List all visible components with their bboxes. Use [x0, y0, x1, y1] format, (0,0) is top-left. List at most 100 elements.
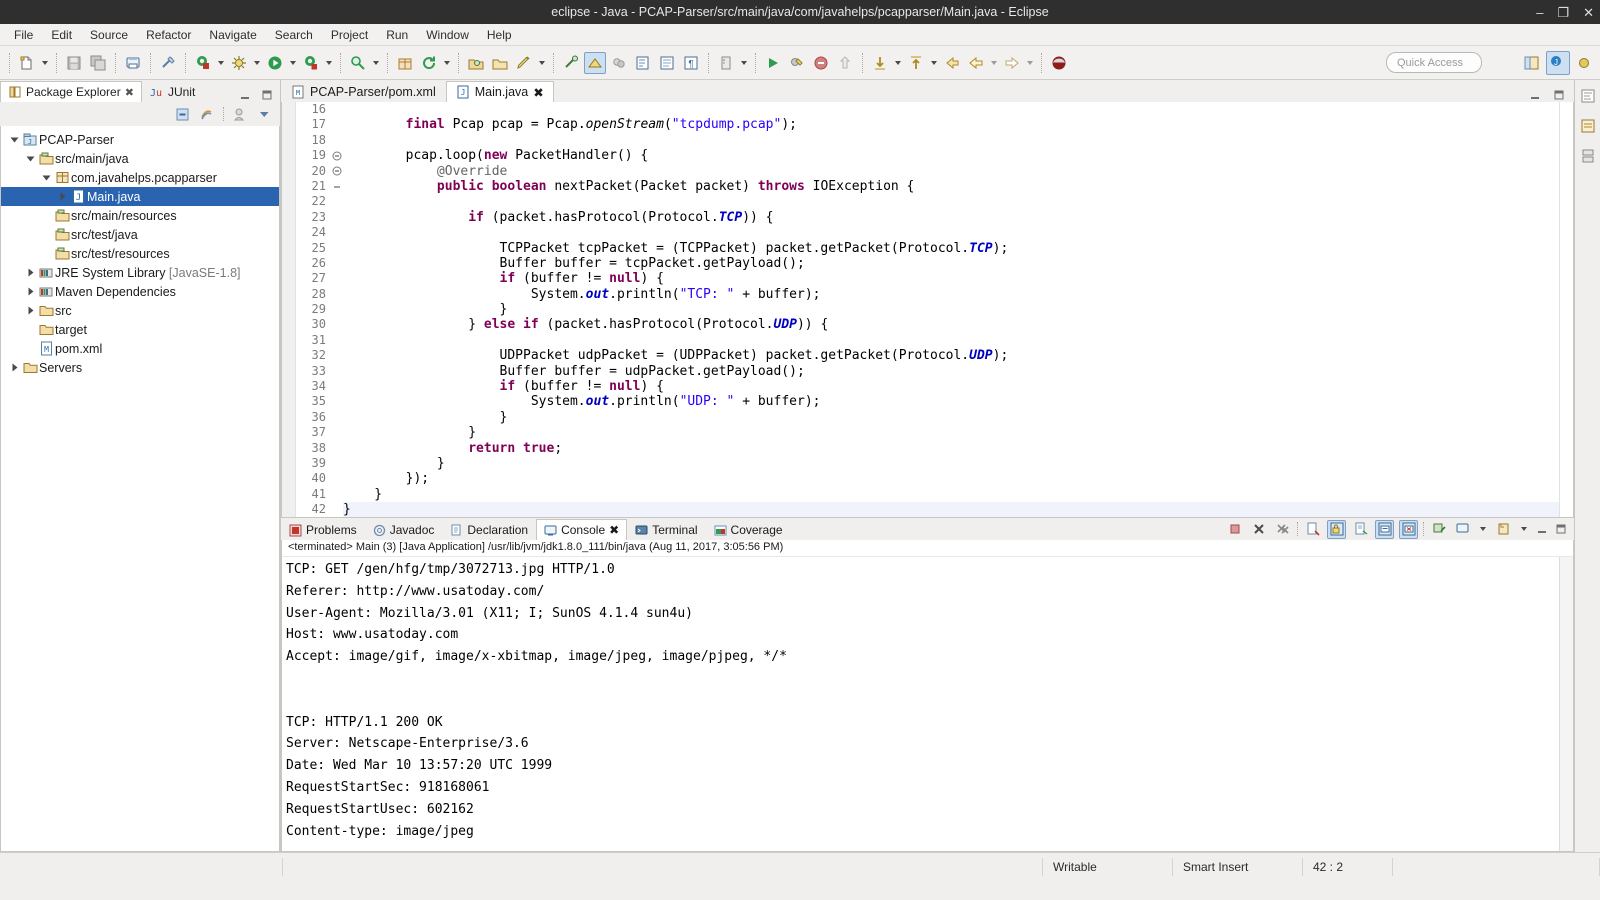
code-line[interactable]: return true;	[343, 441, 1559, 456]
code-line[interactable]: });	[343, 471, 1559, 486]
remove-all-terminated-button[interactable]	[1273, 520, 1292, 539]
maximize-icon[interactable]	[260, 88, 274, 102]
code-line[interactable]: }	[343, 502, 1559, 517]
tree-item[interactable]: J Main.java	[1, 187, 279, 206]
last-edit-icon[interactable]	[941, 52, 963, 74]
tab-javadoc[interactable]: Javadoc	[365, 519, 443, 540]
step-return-dropdown[interactable]	[928, 52, 940, 74]
back-dropdown[interactable]	[988, 52, 1000, 74]
chevron-right-icon[interactable]	[56, 191, 69, 202]
suspend-button[interactable]	[834, 52, 856, 74]
menu-project[interactable]: Project	[323, 26, 376, 44]
tab-package-explorer[interactable]: Package Explorer ✖	[0, 81, 142, 102]
code-line[interactable]	[343, 194, 1559, 209]
chevron-right-icon[interactable]	[24, 305, 37, 316]
word-wrap-button[interactable]	[1351, 520, 1370, 539]
focus-task-icon[interactable]	[233, 107, 248, 122]
open-type-button[interactable]	[465, 52, 487, 74]
minimize-icon[interactable]	[238, 88, 252, 102]
quick-access-input[interactable]: Quick Access	[1386, 52, 1482, 73]
show-whitespace-button[interactable]: ¶	[680, 52, 702, 74]
collapse-all-icon[interactable]	[175, 107, 190, 122]
open-editor-button[interactable]	[656, 52, 678, 74]
chevron-right-icon[interactable]	[8, 362, 21, 373]
code-line[interactable]: final Pcap pcap = Pcap.openStream("tcpdu…	[343, 117, 1559, 132]
code-line[interactable]: if (packet.hasProtocol(Protocol.TCP)) {	[343, 210, 1559, 225]
new-file-dropdown[interactable]	[39, 52, 51, 74]
project-tree[interactable]: J PCAP-Parser src/main/java com.javahelps.p…	[0, 126, 280, 852]
link-editor-button[interactable]	[157, 52, 179, 74]
debug-dropdown[interactable]	[251, 52, 263, 74]
java-class-dropdown[interactable]	[215, 52, 227, 74]
chevron-right-icon[interactable]	[24, 286, 37, 297]
display-selected-console-button[interactable]	[1453, 520, 1472, 539]
menu-navigate[interactable]: Navigate	[201, 26, 264, 44]
java-class-button[interactable]	[192, 52, 214, 74]
tree-item[interactable]: Servers	[1, 358, 279, 377]
console-scrollbar[interactable]	[1559, 557, 1573, 851]
tree-item[interactable]: src/main/java	[1, 149, 279, 168]
server-button[interactable]	[715, 52, 737, 74]
code-line[interactable]	[343, 225, 1559, 240]
editor-tab-pom-xml[interactable]: M PCAP-Parser/pom.xml	[281, 81, 446, 102]
code-line[interactable]: UDPPacket udpPacket = (UDPPacket) packet…	[343, 348, 1559, 363]
code-line[interactable]: public boolean nextPacket(Packet packet)…	[343, 179, 1559, 194]
code-line[interactable]: System.out.println("TCP: " + buffer);	[343, 287, 1559, 302]
code-line[interactable]: }	[343, 425, 1559, 440]
show-console-on-output-button[interactable]	[1375, 519, 1394, 539]
debug-last-button[interactable]	[786, 52, 808, 74]
tab-console[interactable]: Console ✖	[536, 519, 628, 540]
folding-ruler[interactable]	[330, 102, 343, 517]
code-line[interactable]	[343, 133, 1559, 148]
maximize-icon[interactable]	[1554, 522, 1568, 536]
clear-console-button[interactable]	[1303, 520, 1322, 539]
chevron-down-icon[interactable]	[40, 172, 53, 183]
open-console-button[interactable]	[1494, 520, 1513, 539]
code-line[interactable]: pcap.loop(new PacketHandler() {	[343, 148, 1559, 163]
tree-item[interactable]: src/test/resources	[1, 244, 279, 263]
console-output[interactable]: TCP: GET /gen/hfg/tmp/3072713.jpg HTTP/1…	[282, 557, 1559, 851]
code-line[interactable]	[343, 333, 1559, 348]
source-editor[interactable]: 16 17 18 19 20 21 22 23 24 25 26 27 28 29 30 31 32 33 34 35…	[281, 102, 1574, 518]
pin-console-button[interactable]	[1429, 520, 1448, 539]
external-tools-dropdown[interactable]	[323, 52, 335, 74]
menu-refactor[interactable]: Refactor	[138, 26, 199, 44]
tab-coverage[interactable]: Coverage	[706, 519, 791, 540]
coverage-icon[interactable]	[608, 52, 630, 74]
terminate-button[interactable]	[1225, 520, 1244, 539]
remove-launch-button[interactable]	[1249, 520, 1268, 539]
fold-collapse-icon[interactable]	[330, 164, 343, 179]
refresh-dropdown[interactable]	[441, 52, 453, 74]
java-perspective-icon[interactable]: J	[1546, 51, 1570, 75]
tree-item[interactable]: com.javahelps.pcapparser	[1, 168, 279, 187]
tab-junit[interactable]: Ju JUnit	[142, 81, 203, 102]
new-package-button[interactable]	[394, 52, 416, 74]
fold-collapse-icon[interactable]	[330, 148, 343, 163]
tree-item[interactable]: src	[1, 301, 279, 320]
open-task-button[interactable]	[489, 52, 511, 74]
open-console-dropdown[interactable]	[1518, 518, 1530, 540]
forward-dropdown[interactable]	[1024, 52, 1036, 74]
chevron-down-icon[interactable]	[24, 153, 37, 164]
code-line[interactable]: Buffer buffer = tcpPacket.getPayload();	[343, 256, 1559, 271]
link-with-editor-icon[interactable]	[199, 107, 214, 122]
menu-file[interactable]: File	[6, 26, 41, 44]
code-line[interactable]: }	[343, 302, 1559, 317]
resume-button[interactable]	[762, 52, 784, 74]
tree-item[interactable]: Mpom.xml	[1, 339, 279, 358]
step-into-dropdown[interactable]	[892, 52, 904, 74]
new-file-button[interactable]	[16, 52, 38, 74]
editor-marker-bar[interactable]	[282, 102, 296, 517]
open-declaration-button[interactable]	[632, 52, 654, 74]
code-line[interactable]: if (buffer != null) {	[343, 271, 1559, 286]
minimize-icon[interactable]	[1535, 522, 1549, 536]
task-list-icon[interactable]	[1578, 116, 1598, 136]
code-line[interactable]: TCPPacket tcpPacket = (TCPPacket) packet…	[343, 241, 1559, 256]
menu-help[interactable]: Help	[479, 26, 520, 44]
outline-icon[interactable]	[1578, 86, 1598, 106]
menu-search[interactable]: Search	[267, 26, 321, 44]
mark-occurrences-icon[interactable]	[560, 52, 582, 74]
run-button[interactable]	[264, 52, 286, 74]
tree-item[interactable]: src/main/resources	[1, 206, 279, 225]
editor-tab-main-java[interactable]: J Main.java ✖	[445, 81, 554, 102]
